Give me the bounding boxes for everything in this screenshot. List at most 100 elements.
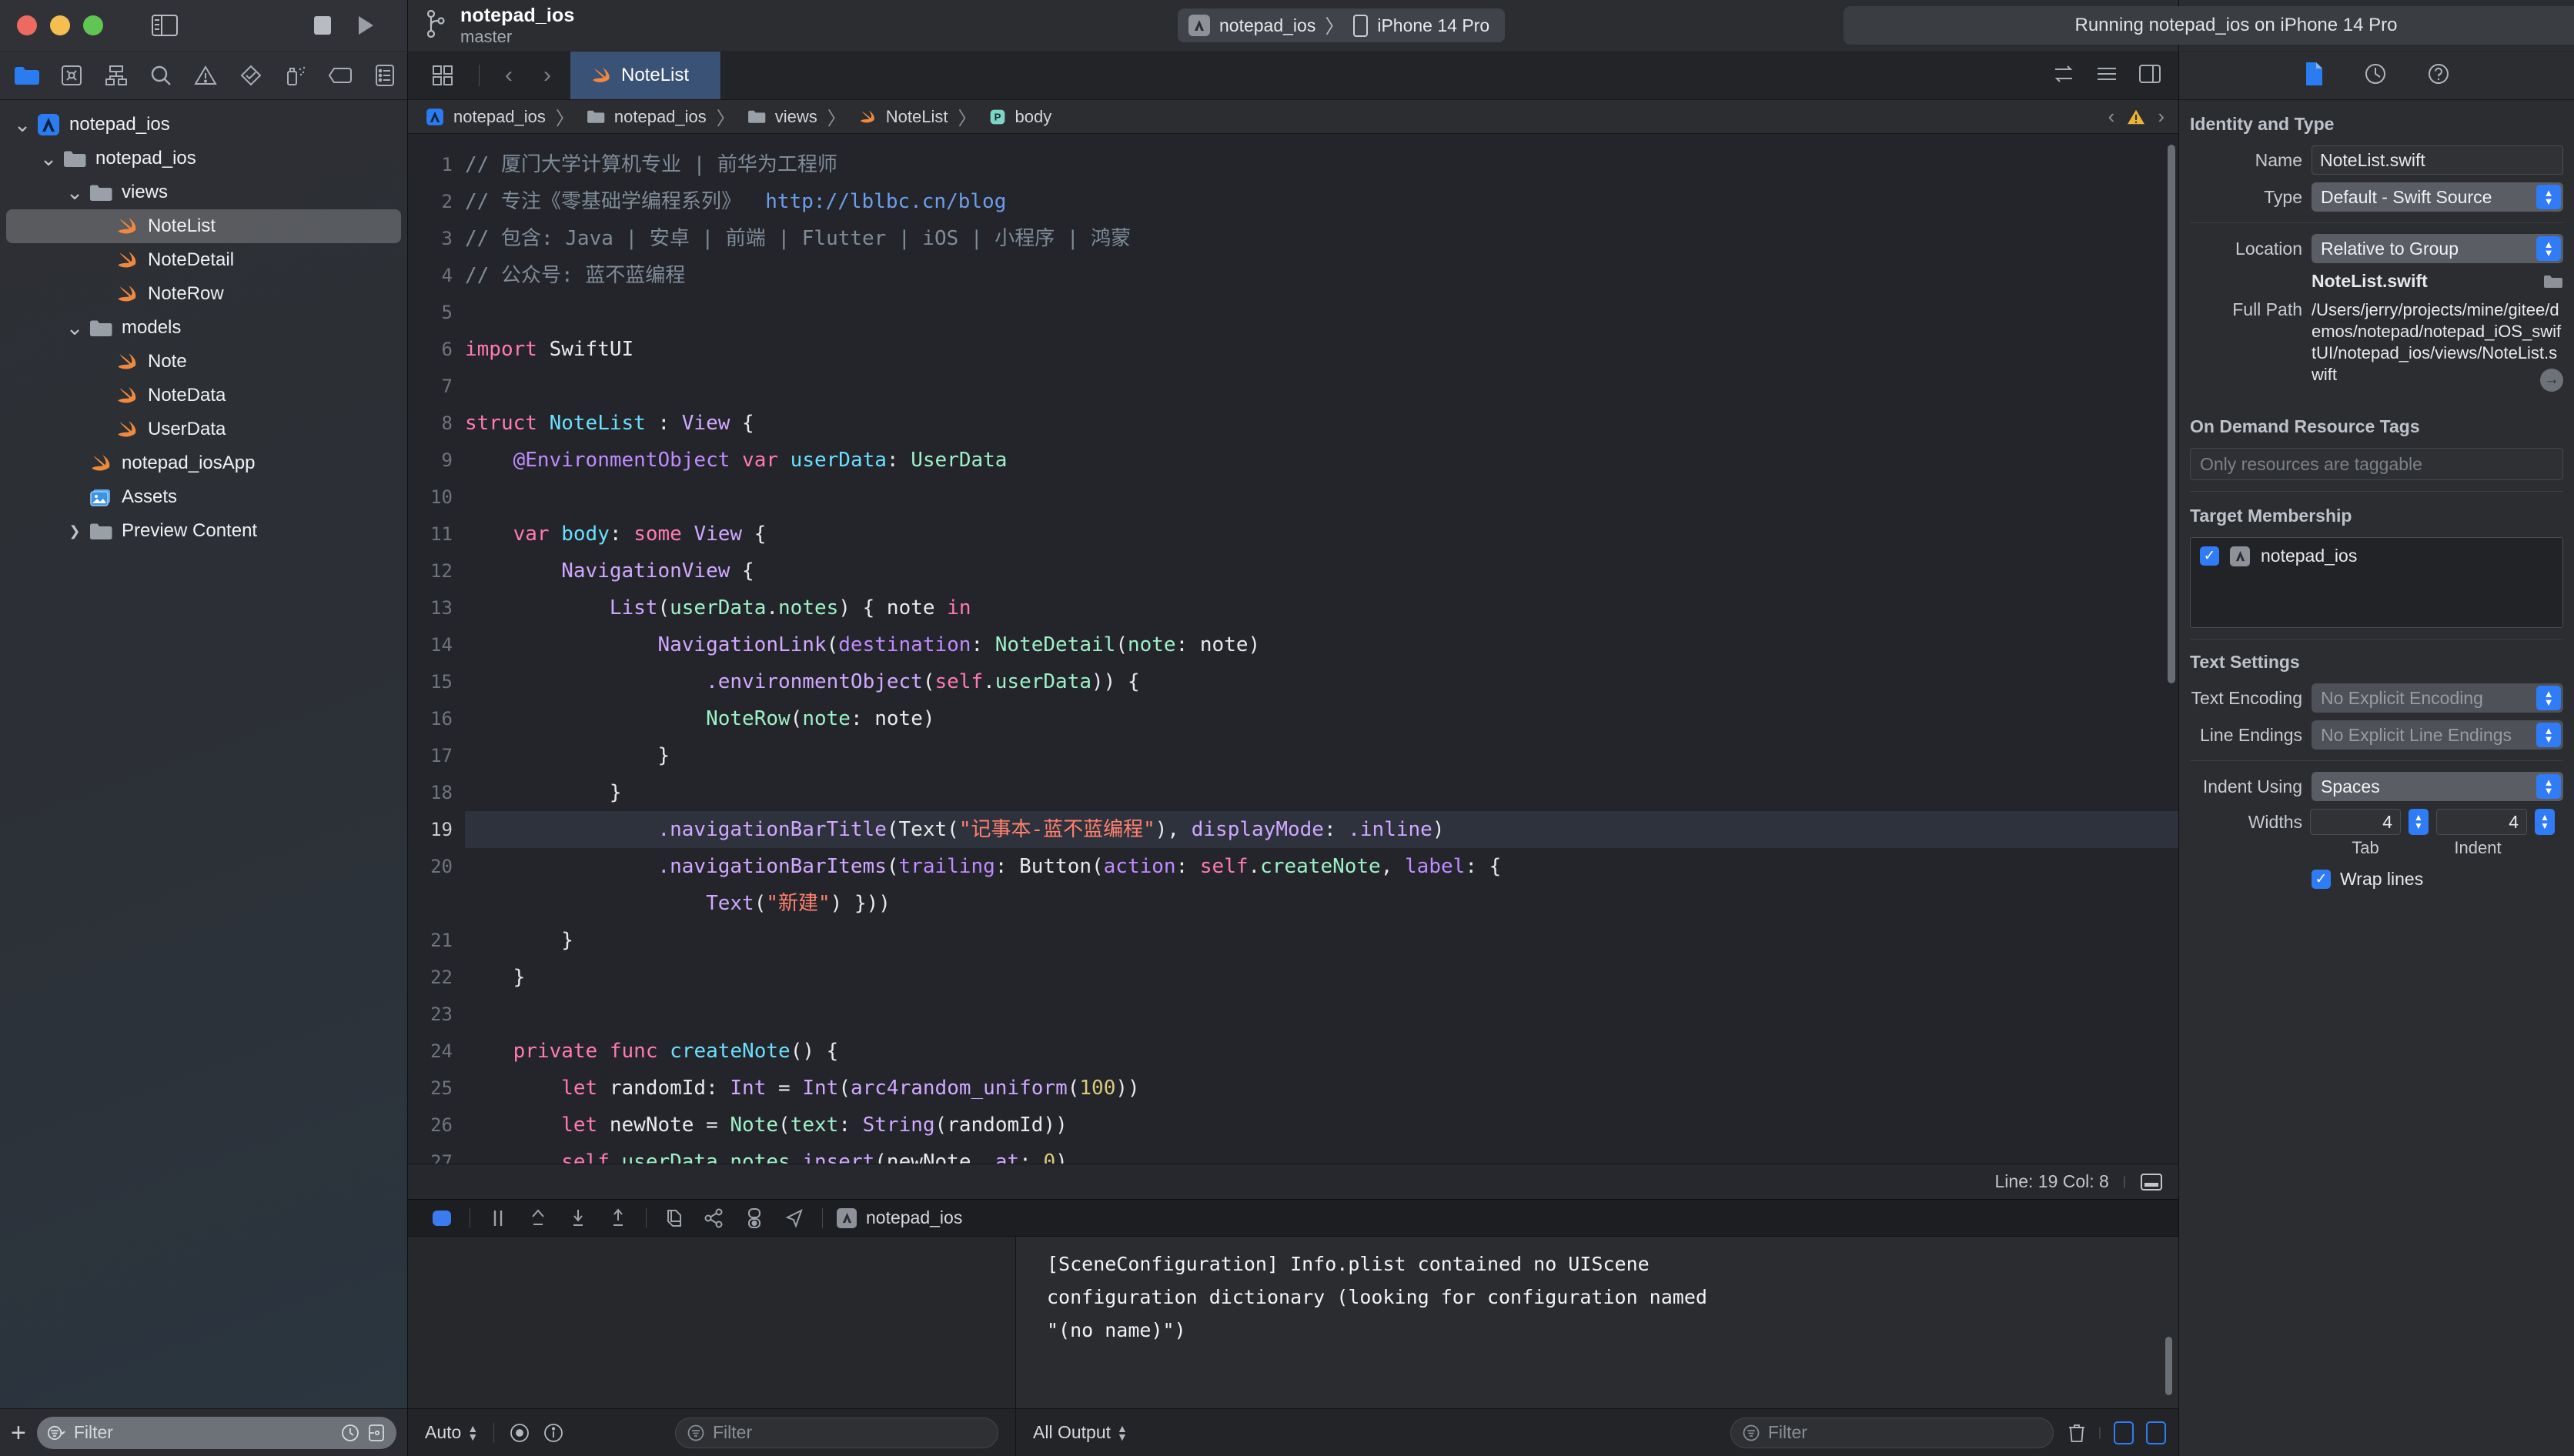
chevron-right-icon[interactable]: › <box>2158 105 2164 129</box>
wrap-lines-checkbox[interactable]: ✓ <box>2312 870 2331 889</box>
breadcrumb-item-notelist[interactable]: NoteList <box>856 107 948 127</box>
step-over-icon[interactable] <box>518 1203 558 1234</box>
variables-view[interactable] <box>408 1237 1016 1408</box>
output-scope-label[interactable]: All Output <box>1033 1422 1111 1443</box>
console-filter-field[interactable]: Filter <box>1730 1417 2054 1448</box>
editor-scrollbar[interactable] <box>2168 145 2175 683</box>
tab-width-field[interactable]: 4 <box>2310 809 2401 835</box>
editor-options-icon[interactable] <box>2095 65 2118 87</box>
step-into-icon[interactable] <box>558 1203 598 1234</box>
breadcrumb-item-body[interactable]: Pbody <box>987 106 1051 128</box>
encoding-select[interactable]: No Explicit Encoding ▲ ▼ <box>2312 683 2563 713</box>
report-list-icon[interactable] <box>363 58 407 93</box>
console-toggle-icon[interactable] <box>422 1203 462 1234</box>
chevron-left-icon[interactable]: ‹ <box>492 58 526 93</box>
history-inspector-icon[interactable] <box>2364 62 2387 89</box>
tree-item-notepad-ios[interactable]: ⌄ notepad_ios <box>0 108 407 142</box>
chevron-down-icon[interactable]: ⌄ <box>63 182 86 203</box>
project-title-block[interactable]: notepad_ios master <box>460 5 574 46</box>
indent-select[interactable]: Spaces ▲ ▼ <box>2312 772 2563 801</box>
line-endings-select[interactable]: No Explicit Line Endings ▲ ▼ <box>2312 720 2563 750</box>
trash-icon[interactable] <box>2068 1422 2086 1444</box>
quick-help-icon[interactable] <box>2427 62 2450 89</box>
source-editor[interactable]: 1 2 3 4 5 6 7 8 9 10 11 12 13 14 15 16 17 18 19 20 21 22 23 24 2… <box>408 134 2178 1164</box>
tab-notelist[interactable]: NoteList <box>570 52 721 99</box>
tree-item-note[interactable]: Note <box>0 345 407 379</box>
run-play-icon[interactable] <box>344 10 387 41</box>
panel-right-toggle-icon[interactable] <box>2146 1421 2166 1444</box>
breadcrumb-item-notepad-ios[interactable]: notepad_ios <box>423 105 546 129</box>
chevron-right-icon[interactable]: › <box>530 58 564 93</box>
tree-item-notepad-iosapp[interactable]: notepad_iosApp <box>0 446 407 480</box>
indent-width-stepper[interactable]: ▲ ▼ <box>2535 809 2555 835</box>
tree-item-notelist[interactable]: NoteList <box>6 209 401 243</box>
pause-icon[interactable] <box>478 1203 518 1234</box>
zoom-window-button[interactable] <box>83 15 103 35</box>
breadcrumb-item-notepad-ios[interactable]: notepad_ios <box>584 107 707 127</box>
add-editor-icon[interactable] <box>2138 64 2161 88</box>
memory-graph-icon[interactable] <box>694 1203 734 1234</box>
tree-item-models[interactable]: ⌄ models <box>0 311 407 345</box>
stop-square-icon[interactable] <box>301 10 344 41</box>
chevron-right-icon[interactable]: ❯ <box>63 523 86 539</box>
folder-icon[interactable] <box>5 58 49 93</box>
code-content[interactable]: // 厦门大学计算机专业 | 前华为工程师 // 专注《零基础学编程系列》 htt… <box>465 134 2178 1164</box>
minimap-toggle-icon[interactable] <box>2140 1173 2163 1191</box>
file-inspector-icon[interactable] <box>2304 62 2324 90</box>
location-select[interactable]: Relative to Group ▲ ▼ <box>2312 234 2563 263</box>
arrow-right-circle-icon[interactable]: → <box>2540 369 2563 392</box>
chevron-down-icon[interactable]: ⌄ <box>11 115 34 135</box>
indent-width-field[interactable]: 4 <box>2436 809 2527 835</box>
info-circle-icon[interactable] <box>543 1423 563 1443</box>
search-icon[interactable] <box>139 58 183 93</box>
step-out-icon[interactable] <box>598 1203 638 1234</box>
code-review-icon[interactable] <box>2052 65 2075 87</box>
tree-item-preview-content[interactable]: ❯ Preview Content <box>0 514 407 548</box>
variables-scope-label[interactable]: Auto <box>425 1422 461 1443</box>
test-diamond-icon[interactable] <box>229 58 273 93</box>
debug-spray-icon[interactable] <box>273 58 318 93</box>
variables-filter-field[interactable]: Filter <box>675 1417 998 1448</box>
type-select[interactable]: Default - Swift Source ▲ ▼ <box>2312 182 2563 212</box>
minimize-window-button[interactable] <box>50 15 70 35</box>
tab-width-stepper[interactable]: ▲ ▼ <box>2409 809 2429 835</box>
tree-item-notepad-ios[interactable]: ⌄ notepad_ios <box>0 142 407 175</box>
console-output[interactable]: [SceneConfiguration] Info.plist containe… <box>1016 1237 2178 1408</box>
console-scrollbar[interactable] <box>2165 1337 2172 1395</box>
symbol-hierarchy-icon[interactable] <box>94 58 139 93</box>
related-items-icon[interactable] <box>419 58 466 93</box>
up-down-stepper-icon[interactable]: ▲ ▼ <box>1117 1423 1128 1442</box>
wrap-lines-row[interactable]: ✓ Wrap lines <box>2312 869 2574 890</box>
navigator-filter-field[interactable]: Filter <box>36 1416 396 1449</box>
folder-small-icon[interactable] <box>2543 274 2563 289</box>
source-control-icon[interactable] <box>49 58 94 93</box>
tree-item-notedetail[interactable]: NoteDetail <box>0 243 407 277</box>
scheme-selector[interactable]: notepad_ios 〉 iPhone 14 Pro <box>1178 8 1506 42</box>
tree-item-notedata[interactable]: NoteData <box>0 379 407 412</box>
location-simulate-icon[interactable] <box>774 1203 814 1234</box>
target-membership-list[interactable]: ✓ notepad_ios <box>2190 537 2563 628</box>
breakpoint-tag-icon[interactable] <box>318 58 363 93</box>
watch-eye-icon[interactable] <box>510 1423 530 1443</box>
target-row[interactable]: ✓ notepad_ios <box>2200 546 2553 566</box>
environment-overrides-icon[interactable] <box>734 1203 774 1234</box>
add-file-button[interactable]: + <box>11 1420 26 1446</box>
breadcrumb-item-views[interactable]: views <box>745 107 817 127</box>
close-window-button[interactable] <box>17 15 37 35</box>
tree-item-views[interactable]: ⌄ views <box>0 175 407 209</box>
tree-item-noterow[interactable]: NoteRow <box>0 277 407 311</box>
chevron-down-icon[interactable]: ⌄ <box>63 318 86 339</box>
issue-warning-icon[interactable] <box>183 58 228 93</box>
panel-left-toggle-icon[interactable] <box>2114 1421 2134 1444</box>
target-checkbox[interactable]: ✓ <box>2200 546 2219 566</box>
chevron-down-icon[interactable]: ⌄ <box>37 149 60 169</box>
warning-triangle-icon[interactable] <box>2127 109 2145 125</box>
odr-tags-field[interactable]: Only resources are taggable <box>2190 448 2563 480</box>
sidebar-left-icon[interactable] <box>143 10 186 41</box>
up-down-stepper-icon[interactable]: ▲ ▼ <box>467 1423 478 1442</box>
tree-item-assets[interactable]: Assets <box>0 480 407 514</box>
name-field[interactable]: NoteList.swift <box>2312 145 2563 175</box>
chevron-left-icon[interactable]: ‹ <box>2108 105 2115 129</box>
tree-item-userdata[interactable]: UserData <box>0 412 407 446</box>
view-hierarchy-icon[interactable] <box>654 1203 694 1234</box>
